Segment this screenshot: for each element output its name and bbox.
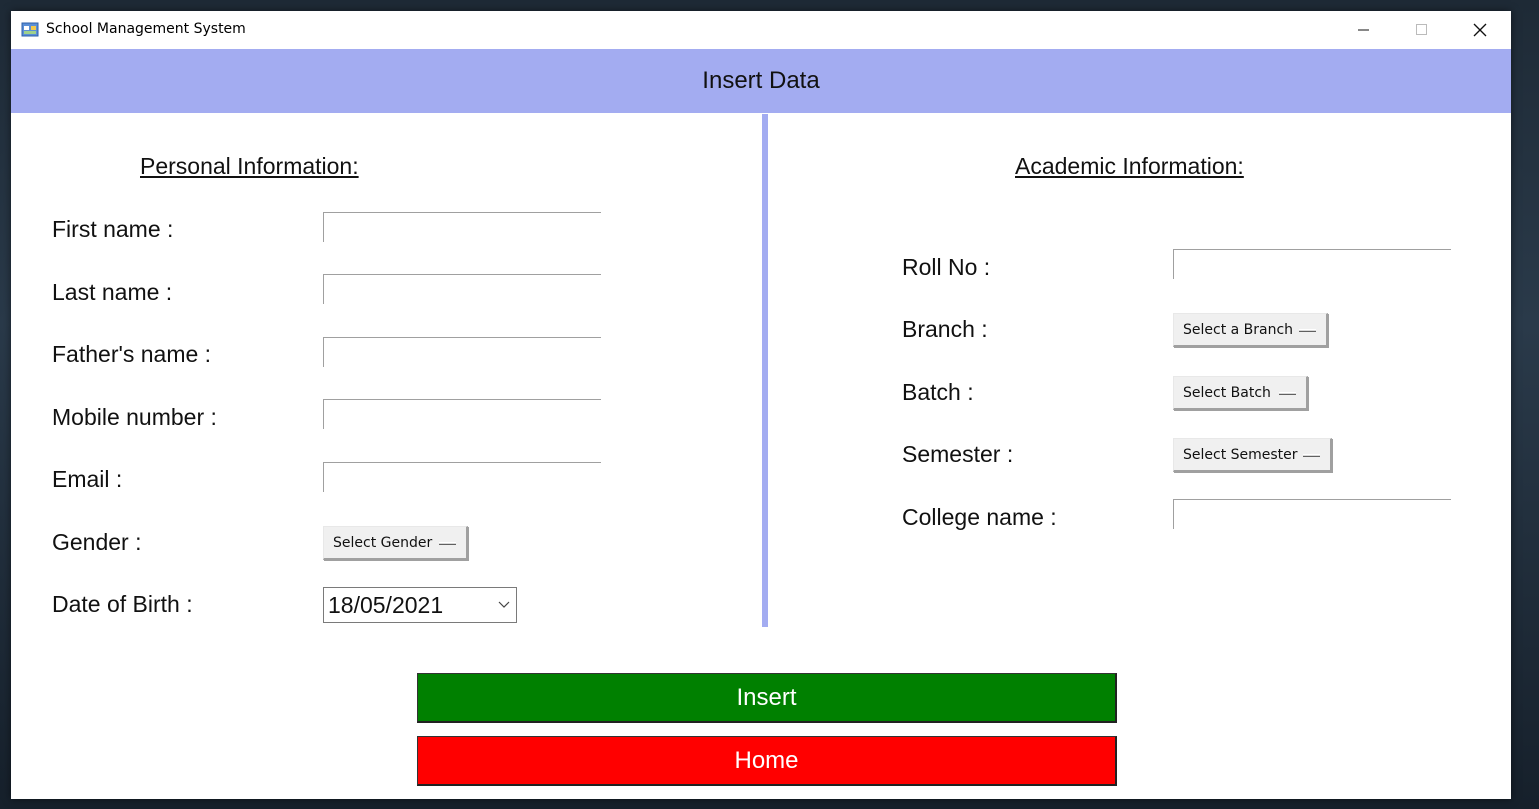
- last-name-input[interactable]: [323, 274, 601, 304]
- gender-select[interactable]: Select Gender: [323, 526, 468, 560]
- dob-value: 18/05/2021: [328, 591, 444, 618]
- maximize-button[interactable]: [1393, 11, 1451, 49]
- academic-section-title: Academic Information:: [1015, 153, 1244, 179]
- minimize-icon: [1358, 29, 1369, 31]
- mobile-number-label: Mobile number :: [52, 404, 217, 430]
- app-icon: [21, 22, 39, 37]
- semester-select[interactable]: Select Semester: [1173, 438, 1332, 472]
- title-bar[interactable]: School Management System: [11, 11, 1511, 49]
- window-title: School Management System: [46, 21, 246, 37]
- college-name-label: College name :: [902, 504, 1057, 530]
- page-title: Insert Data: [702, 67, 820, 94]
- batch-label: Batch :: [902, 379, 974, 405]
- fathers-name-input[interactable]: [323, 337, 601, 367]
- option-indicator-icon: [1299, 329, 1316, 332]
- home-button[interactable]: Home: [417, 736, 1117, 786]
- close-button[interactable]: [1451, 11, 1509, 49]
- dob-label: Date of Birth :: [52, 591, 193, 617]
- minimize-button[interactable]: [1335, 11, 1393, 49]
- gender-select-value: Select Gender: [333, 534, 433, 551]
- chevron-down-icon[interactable]: [498, 598, 510, 610]
- page-header: Insert Data: [11, 49, 1511, 113]
- branch-select-value: Select a Branch: [1183, 321, 1294, 338]
- dob-date-picker[interactable]: 18/05/2021: [323, 587, 517, 623]
- email-label: Email :: [52, 466, 123, 492]
- branch-select[interactable]: Select a Branch: [1173, 313, 1328, 347]
- semester-label: Semester :: [902, 441, 1014, 467]
- semester-select-value: Select Semester: [1183, 446, 1298, 463]
- app-window: School Management System Insert Data Per…: [11, 11, 1511, 799]
- option-indicator-icon: [1303, 454, 1320, 457]
- insert-button[interactable]: Insert: [417, 673, 1117, 723]
- first-name-label: First name :: [52, 216, 174, 242]
- close-icon: [1473, 23, 1487, 37]
- option-indicator-icon: [439, 542, 456, 545]
- mobile-number-input[interactable]: [323, 399, 601, 429]
- roll-no-input[interactable]: [1173, 249, 1451, 279]
- last-name-label: Last name :: [52, 279, 173, 305]
- branch-label: Branch :: [902, 316, 988, 342]
- fathers-name-label: Father's name :: [52, 341, 212, 367]
- option-indicator-icon: [1279, 392, 1296, 395]
- batch-select-value: Select Batch: [1183, 384, 1271, 401]
- personal-section-title: Personal Information:: [140, 153, 359, 179]
- maximize-icon: [1416, 24, 1427, 35]
- roll-no-label: Roll No :: [902, 254, 991, 280]
- email-input[interactable]: [323, 462, 601, 492]
- college-name-input[interactable]: [1173, 499, 1451, 529]
- first-name-input[interactable]: [323, 212, 601, 242]
- batch-select[interactable]: Select Batch: [1173, 376, 1308, 410]
- gender-label: Gender :: [52, 529, 142, 555]
- section-divider: [762, 114, 768, 627]
